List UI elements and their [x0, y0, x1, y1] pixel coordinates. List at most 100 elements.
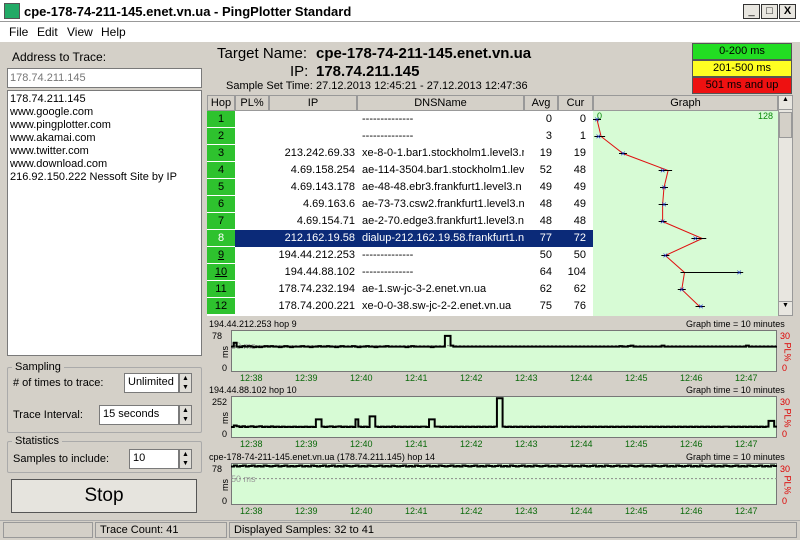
hop-dns-cell[interactable]: --------------	[360, 128, 524, 145]
hop-hop-cell[interactable]: 1	[207, 111, 235, 128]
hop-avg-cell[interactable]: 64	[524, 264, 554, 281]
history-item[interactable]: www.google.com	[10, 106, 199, 119]
hop-hop-cell[interactable]: 11	[207, 281, 235, 298]
hop-cur-cell[interactable]: 76	[558, 298, 588, 315]
hop-hop-cell[interactable]: 5	[207, 179, 235, 196]
scroll-thumb[interactable]	[779, 112, 792, 138]
hop-cur-cell[interactable]: 48	[558, 162, 588, 179]
hop-ip-cell[interactable]	[269, 111, 357, 128]
table-scrollbar[interactable]: ▲ ▼	[778, 95, 793, 316]
hop-hop-cell[interactable]: 10	[207, 264, 235, 281]
col-avg[interactable]: Avg	[524, 95, 558, 111]
hop-avg-cell[interactable]: 0	[524, 111, 554, 128]
col-ip[interactable]: IP	[269, 95, 357, 111]
hop-pl-cell[interactable]	[235, 128, 269, 145]
minimize-button[interactable]: _	[743, 4, 760, 19]
hop-pl-cell[interactable]	[235, 162, 269, 179]
hop-hop-cell[interactable]: 4	[207, 162, 235, 179]
history-item[interactable]: www.twitter.com	[10, 145, 199, 158]
hop-pl-cell[interactable]	[235, 230, 269, 247]
hop-ip-cell[interactable]: 194.44.88.102	[269, 264, 357, 281]
hop-ip-cell[interactable]: 213.242.69.33	[269, 145, 357, 162]
hop-ip-cell[interactable]: 178.74.232.194	[269, 281, 357, 298]
hop-cur-cell[interactable]: 1	[558, 128, 588, 145]
samples-input[interactable]: 10	[129, 449, 179, 469]
history-item[interactable]: www.akamai.com	[10, 132, 199, 145]
hop-avg-cell[interactable]: 75	[524, 298, 554, 315]
hop-avg-cell[interactable]: 3	[524, 128, 554, 145]
close-button[interactable]: X	[779, 4, 796, 19]
scroll-up-arrow[interactable]: ▲	[779, 96, 792, 110]
history-item[interactable]: 178.74.211.145	[10, 93, 199, 106]
hop-ip-cell[interactable]: 4.69.163.6	[269, 196, 357, 213]
hop-dns-cell[interactable]: dialup-212.162.19.58.frankfurt1.n	[360, 230, 524, 247]
hop-cur-cell[interactable]: 104	[558, 264, 588, 281]
hop-pl-cell[interactable]	[235, 196, 269, 213]
hop-pl-cell[interactable]	[235, 145, 269, 162]
hop-dns-cell[interactable]: ae-48-48.ebr3.frankfurt1.level3.n	[360, 179, 524, 196]
hop-dns-cell[interactable]: --------------	[360, 264, 524, 281]
address-history-list[interactable]: 178.74.211.145 www.google.com www.pingpl…	[7, 90, 202, 356]
hop-hop-cell[interactable]: 2	[207, 128, 235, 145]
hop-dns-cell[interactable]: --------------	[360, 111, 524, 128]
hop-cur-cell[interactable]: 62	[558, 281, 588, 298]
hop-pl-cell[interactable]	[235, 264, 269, 281]
hop-ip-cell[interactable]: 178.74.200.221	[269, 298, 357, 315]
times-input[interactable]: Unlimited	[124, 373, 179, 393]
hop-avg-cell[interactable]: 49	[524, 179, 554, 196]
hop-ip-cell[interactable]: 194.44.212.253	[269, 247, 357, 264]
col-graph[interactable]: Graph	[593, 95, 778, 111]
interval-spinner[interactable]: ▲ ▼	[179, 405, 192, 425]
hop-cur-cell[interactable]: 72	[558, 230, 588, 247]
hop-avg-cell[interactable]: 48	[524, 213, 554, 230]
hop-pl-cell[interactable]	[235, 213, 269, 230]
col-pl[interactable]: PL%	[235, 95, 269, 111]
hop-avg-cell[interactable]: 50	[524, 247, 554, 264]
hop-ip-cell[interactable]: 4.69.143.178	[269, 179, 357, 196]
history-item[interactable]: www.download.com	[10, 158, 199, 171]
hop-dns-cell[interactable]: ae-114-3504.bar1.stockholm1.lev	[360, 162, 524, 179]
hop-cur-cell[interactable]: 19	[558, 145, 588, 162]
hop-pl-cell[interactable]	[235, 281, 269, 298]
hop-dns-cell[interactable]: ae-73-73.csw2.frankfurt1.level3.n	[360, 196, 524, 213]
hop-pl-cell[interactable]	[235, 179, 269, 196]
hop-cur-cell[interactable]: 48	[558, 213, 588, 230]
col-cur[interactable]: Cur	[558, 95, 593, 111]
hop-avg-cell[interactable]: 48	[524, 196, 554, 213]
hop-hop-cell[interactable]: 8	[207, 230, 235, 247]
menu-edit[interactable]: Edit	[37, 25, 58, 39]
menu-file[interactable]: File	[9, 25, 28, 39]
maximize-button[interactable]: □	[761, 4, 778, 19]
hop-hop-cell[interactable]: 7	[207, 213, 235, 230]
stop-button[interactable]: Stop	[11, 479, 197, 513]
hop-ip-cell[interactable]: 212.162.19.58	[269, 230, 357, 247]
col-hop[interactable]: Hop	[207, 95, 235, 111]
hop-hop-cell[interactable]: 12	[207, 298, 235, 315]
hop-avg-cell[interactable]: 62	[524, 281, 554, 298]
hop-dns-cell[interactable]: ae-2-70.edge3.frankfurt1.level3.n	[360, 213, 524, 230]
hop-avg-cell[interactable]: 77	[524, 230, 554, 247]
history-item[interactable]: www.pingplotter.com	[10, 119, 199, 132]
hop-hop-cell[interactable]: 9	[207, 247, 235, 264]
hop-hop-cell[interactable]: 3	[207, 145, 235, 162]
hop-ip-cell[interactable]: 4.69.154.71	[269, 213, 357, 230]
hop-pl-cell[interactable]	[235, 111, 269, 128]
address-input[interactable]: 178.74.211.145	[7, 68, 202, 88]
hop-dns-cell[interactable]: xe-8-0-1.bar1.stockholm1.level3.n	[360, 145, 524, 162]
scroll-down-arrow[interactable]: ▼	[779, 301, 792, 315]
menu-view[interactable]: View	[67, 25, 93, 39]
hop-avg-cell[interactable]: 19	[524, 145, 554, 162]
hop-dns-cell[interactable]: ae-1.sw-jc-3-2.enet.vn.ua	[360, 281, 524, 298]
interval-input[interactable]: 15 seconds	[99, 405, 179, 425]
history-item[interactable]: 216.92.150.222 Nessoft Site by IP	[10, 171, 199, 184]
times-spinner[interactable]: ▲ ▼	[179, 373, 192, 393]
hop-ip-cell[interactable]: 4.69.158.254	[269, 162, 357, 179]
hop-dns-cell[interactable]: xe-0-0-38.sw-jc-2-2.enet.vn.ua	[360, 298, 524, 315]
hop-cur-cell[interactable]: 0	[558, 111, 588, 128]
hop-pl-cell[interactable]	[235, 298, 269, 315]
col-dns[interactable]: DNSName	[357, 95, 524, 111]
hop-cur-cell[interactable]: 49	[558, 196, 588, 213]
samples-spinner[interactable]: ▲ ▼	[179, 449, 192, 469]
hop-ip-cell[interactable]	[269, 128, 357, 145]
hop-cur-cell[interactable]: 50	[558, 247, 588, 264]
